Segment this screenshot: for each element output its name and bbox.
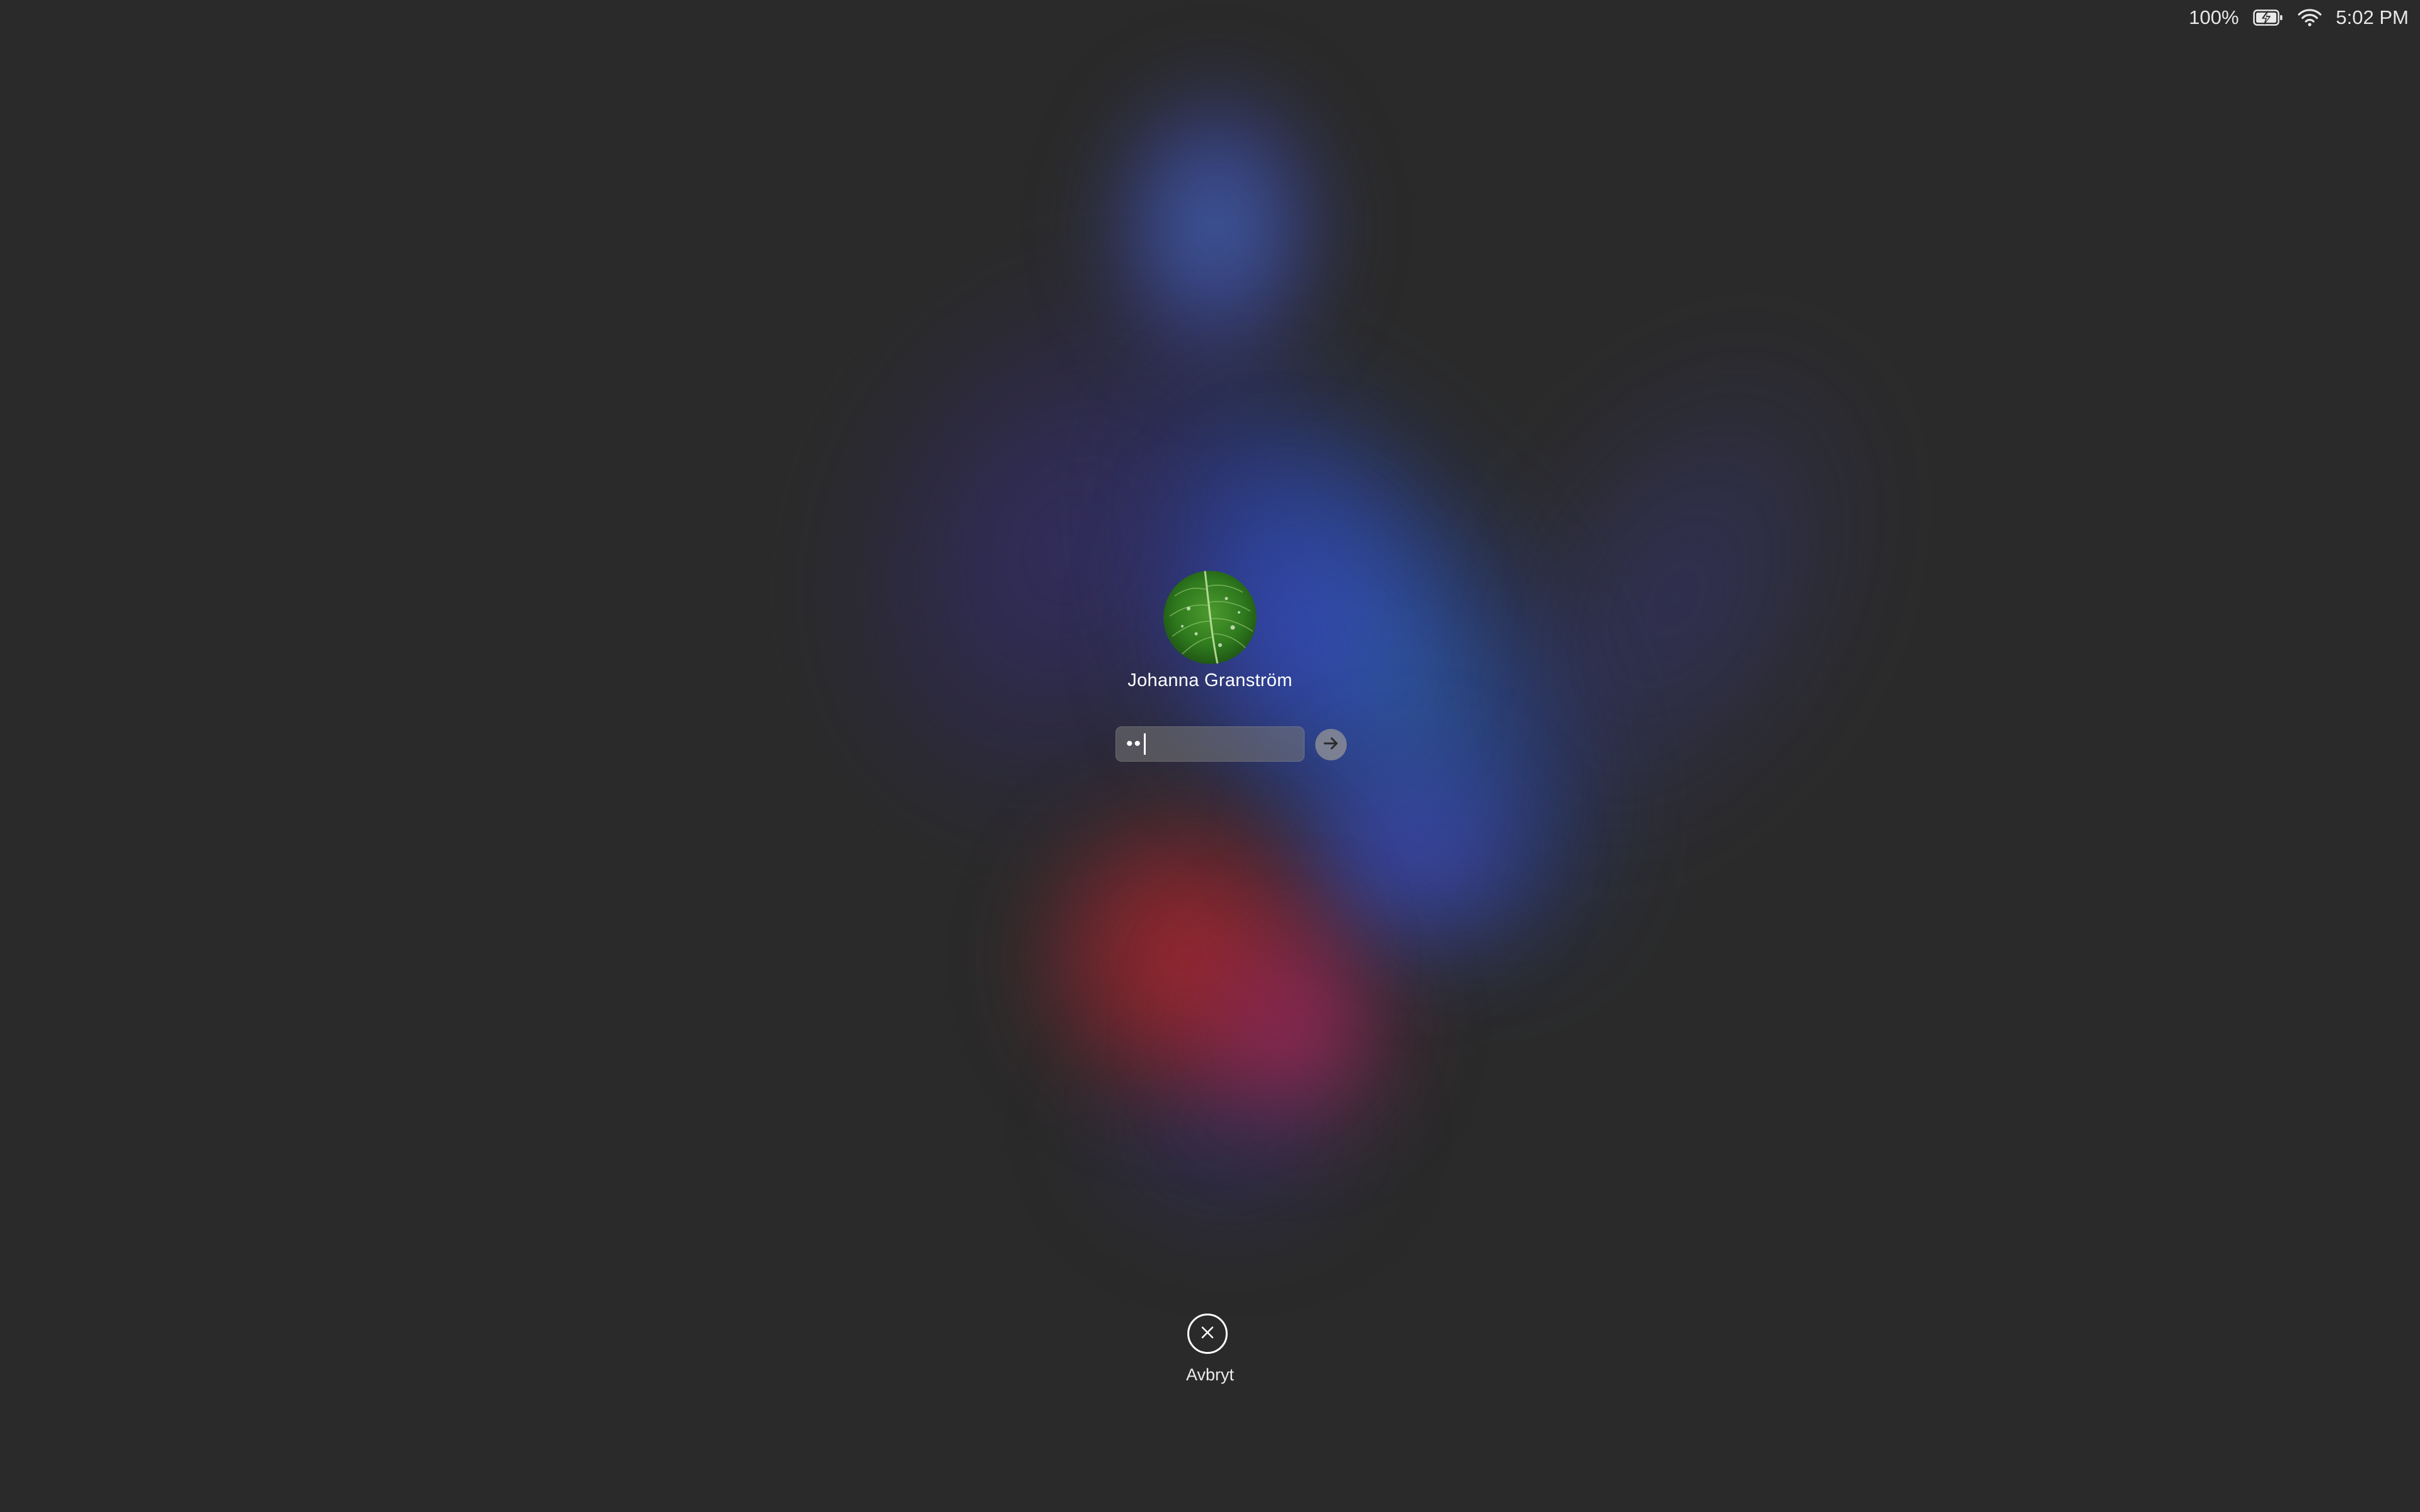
login-screen: 100% 5:02 PM Johanna Granström •• Avbryt [0,0,2420,1512]
wifi-icon[interactable] [2297,8,2322,27]
arrow-right-icon [1322,734,1340,756]
cancel-button[interactable] [1187,1314,1228,1354]
clock-time[interactable]: 5:02 PM [2336,6,2409,29]
battery-percent: 100% [2189,6,2239,28]
close-icon [1198,1323,1217,1345]
cancel-label[interactable]: Avbryt [1115,1365,1305,1385]
password-value: •• [1126,733,1143,754]
password-input[interactable]: •• [1115,726,1305,762]
battery-charging-icon[interactable] [2252,9,2283,26]
leaf-avatar-image [1163,571,1257,664]
user-avatar[interactable] [1163,571,1257,664]
menu-bar-status: 100% 5:02 PM [2189,0,2420,35]
text-caret [1144,733,1146,755]
submit-password-button[interactable] [1315,729,1347,760]
user-name-label: Johanna Granström [1127,670,1293,690]
